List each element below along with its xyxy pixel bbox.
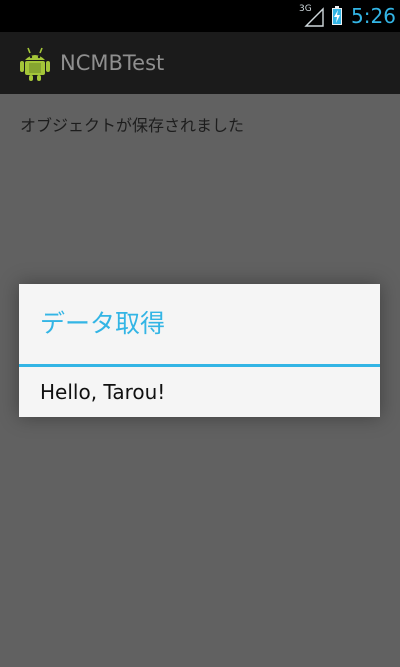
status-time: 5:26: [351, 4, 396, 28]
dialog-title: データ取得: [40, 309, 166, 338]
save-status-message: オブジェクトが保存されました: [20, 116, 245, 135]
dialog-message: Hello, Tarou!: [40, 380, 166, 404]
dialog[interactable]: データ取得 Hello, Tarou!: [19, 284, 380, 417]
battery-charging-icon: [332, 6, 342, 25]
action-bar: NCMBTest: [0, 32, 400, 94]
status-bar: 3G 5:26: [0, 0, 400, 32]
app-title: NCMBTest: [60, 51, 165, 75]
android-robot-icon: [20, 47, 50, 81]
signal-strength-icon: [304, 7, 324, 27]
dialog-divider: [19, 364, 380, 367]
